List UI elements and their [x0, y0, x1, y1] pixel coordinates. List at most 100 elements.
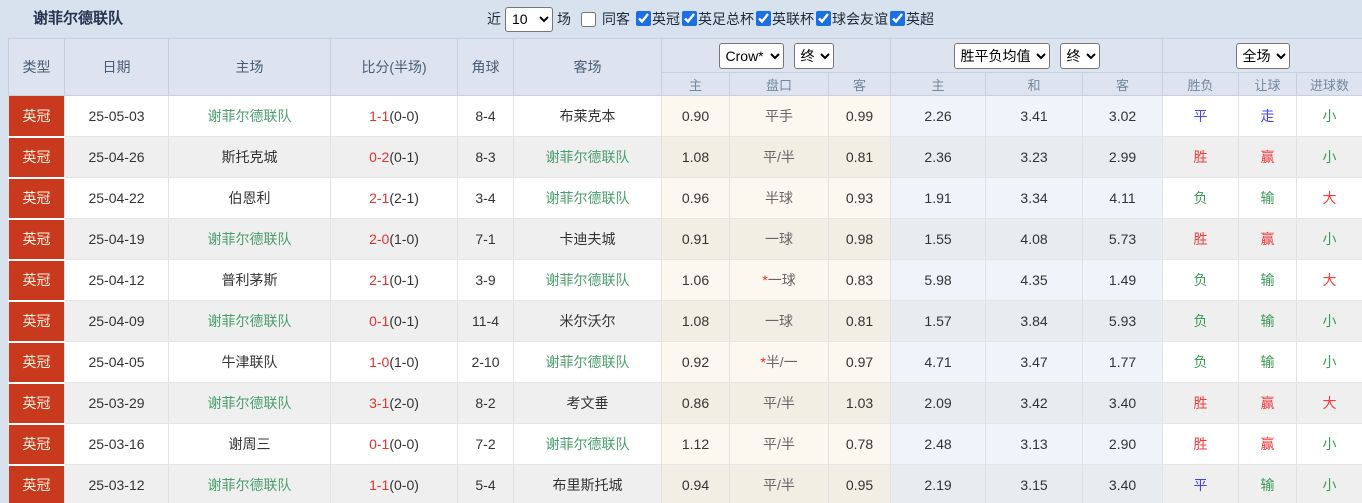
avg-away: 5.73 — [1082, 218, 1164, 260]
odds-handicap: 平/半 — [729, 423, 829, 465]
league-checkbox-3[interactable] — [816, 11, 831, 27]
avg-away: 3.02 — [1082, 95, 1164, 137]
result-goals: 小 — [1296, 218, 1362, 260]
odds-home: 0.96 — [661, 177, 730, 219]
odds-home: 1.08 — [661, 136, 730, 178]
league-filter-0: 英冠 — [634, 9, 680, 29]
league-checkbox-0[interactable] — [636, 11, 651, 27]
matches-rows: 英冠 25-05-03 谢菲尔德联队 1-1(0-0) 8-4 布莱克本 0.90 平手 0.9… — [8, 95, 1362, 503]
sub-header-result-goals: 进球数 — [1296, 72, 1362, 96]
home-team: 谢周三 — [168, 423, 331, 465]
result-goals: 大 — [1296, 177, 1362, 219]
result-goals: 小 — [1296, 300, 1362, 342]
avg-away: 5.93 — [1082, 300, 1164, 342]
handicap-star: * — [760, 354, 766, 370]
full-score: 2-1 — [369, 190, 390, 206]
result-goals: 小 — [1296, 341, 1362, 383]
odds-away: 0.98 — [827, 218, 892, 260]
avg-draw: 3.84 — [985, 300, 1084, 342]
result-handicap: 输 — [1238, 341, 1298, 383]
sub-header-result-handicap: 让球 — [1238, 72, 1298, 96]
league-badge: 英冠 — [8, 259, 65, 302]
odds-away: 0.81 — [827, 136, 892, 178]
odds-home: 0.86 — [661, 382, 730, 424]
league-checkbox-1[interactable] — [682, 11, 697, 27]
avg-time-select[interactable]: 终 — [1059, 42, 1100, 69]
league-filter-3: 球会友谊 — [814, 9, 888, 29]
score-cell: 0-2(0-1) — [330, 136, 458, 178]
league-badge: 英冠 — [8, 95, 65, 138]
same-opponent-checkbox[interactable] — [581, 11, 596, 27]
league-badge: 英冠 — [8, 341, 65, 384]
result-outcome: 胜 — [1162, 136, 1240, 178]
half-score: (2-0) — [389, 395, 419, 411]
match-date: 25-03-29 — [64, 382, 169, 424]
league-label-3: 球会友谊 — [832, 10, 888, 27]
sub-header-result-outcome: 胜负 — [1162, 72, 1240, 96]
corner-score: 8-4 — [457, 95, 514, 137]
half-score: (0-1) — [389, 313, 419, 329]
avg-away: 1.77 — [1082, 341, 1164, 383]
home-team: 谢菲尔德联队 — [168, 382, 331, 424]
league-badge: 英冠 — [8, 423, 65, 466]
league-label-1: 英足总杯 — [698, 10, 754, 27]
match-date: 25-04-22 — [64, 177, 169, 219]
away-team: 谢菲尔德联队 — [513, 136, 662, 178]
result-outcome: 负 — [1162, 259, 1240, 301]
score-cell: 1-1(0-0) — [330, 464, 458, 503]
odds-away: 0.93 — [827, 177, 892, 219]
away-team: 卡迪夫城 — [513, 218, 662, 260]
league-label-0: 英冠 — [652, 10, 680, 27]
match-date: 25-03-16 — [64, 423, 169, 465]
odds-time-select[interactable]: 终 — [793, 42, 834, 69]
recent-label: 近 — [487, 11, 501, 27]
score-cell: 0-1(0-1) — [330, 300, 458, 342]
odds-away: 0.83 — [827, 259, 892, 301]
corner-score: 3-4 — [457, 177, 514, 219]
league-checkbox-4[interactable] — [890, 11, 905, 27]
score-cell: 2-1(0-1) — [330, 259, 458, 301]
result-outcome: 负 — [1162, 300, 1240, 342]
recent-count-select[interactable]: 10 — [505, 6, 553, 32]
result-group-header: 全场 — [1162, 38, 1362, 73]
league-badge: 英冠 — [8, 382, 65, 425]
result-outcome: 胜 — [1162, 423, 1240, 465]
avg-draw: 3.34 — [985, 177, 1084, 219]
match-date: 25-04-09 — [64, 300, 169, 342]
sub-header-odds-home: 主 — [661, 72, 730, 96]
odds-handicap: 一球 — [729, 218, 829, 260]
avg-home: 4.71 — [890, 341, 987, 383]
bookmaker-select[interactable]: Crow* — [718, 42, 784, 69]
avg-select[interactable]: 胜平负均值 — [953, 42, 1050, 69]
match-row: 英冠 25-04-22 伯恩利 2-1(2-1) 3-4 谢菲尔德联队 0.96 半球 0.93… — [8, 177, 1362, 220]
match-row: 英冠 25-03-12 谢菲尔德联队 1-1(0-0) 5-4 布里斯托城 0.94 平/半 0… — [8, 464, 1362, 503]
away-team: 谢菲尔德联队 — [513, 423, 662, 465]
result-goals: 小 — [1296, 423, 1362, 465]
home-team: 谢菲尔德联队 — [168, 300, 331, 342]
odds-away: 0.81 — [827, 300, 892, 342]
avg-draw: 4.35 — [985, 259, 1084, 301]
matches-table: 类型 日期 主场 比分(半场) 角球 客场 Crow* 终 胜平负均值 终 全场… — [8, 38, 1362, 503]
league-checkbox-2[interactable] — [756, 11, 771, 27]
col-header-corner: 角球 — [457, 38, 514, 96]
page-title: 谢菲尔德联队 — [33, 10, 124, 27]
avg-draw: 3.41 — [985, 95, 1084, 137]
result-goals: 大 — [1296, 259, 1362, 301]
league-filter-2: 英联杯 — [754, 9, 814, 29]
col-header-away: 客场 — [513, 38, 662, 96]
league-badge: 英冠 — [8, 177, 65, 220]
corner-score: 8-3 — [457, 136, 514, 178]
league-badge: 英冠 — [8, 300, 65, 343]
result-handicap: 输 — [1238, 177, 1298, 219]
home-team: 普利茅斯 — [168, 259, 331, 301]
match-date: 25-05-03 — [64, 95, 169, 137]
result-handicap: 赢 — [1238, 218, 1298, 260]
odds-home: 1.06 — [661, 259, 730, 301]
result-goals: 小 — [1296, 95, 1362, 137]
avg-draw: 3.15 — [985, 464, 1084, 503]
scope-select[interactable]: 全场 — [1235, 42, 1290, 69]
result-outcome: 胜 — [1162, 382, 1240, 424]
sub-header-odds-handicap: 盘口 — [729, 72, 829, 96]
match-date: 25-04-26 — [64, 136, 169, 178]
home-team: 牛津联队 — [168, 341, 331, 383]
